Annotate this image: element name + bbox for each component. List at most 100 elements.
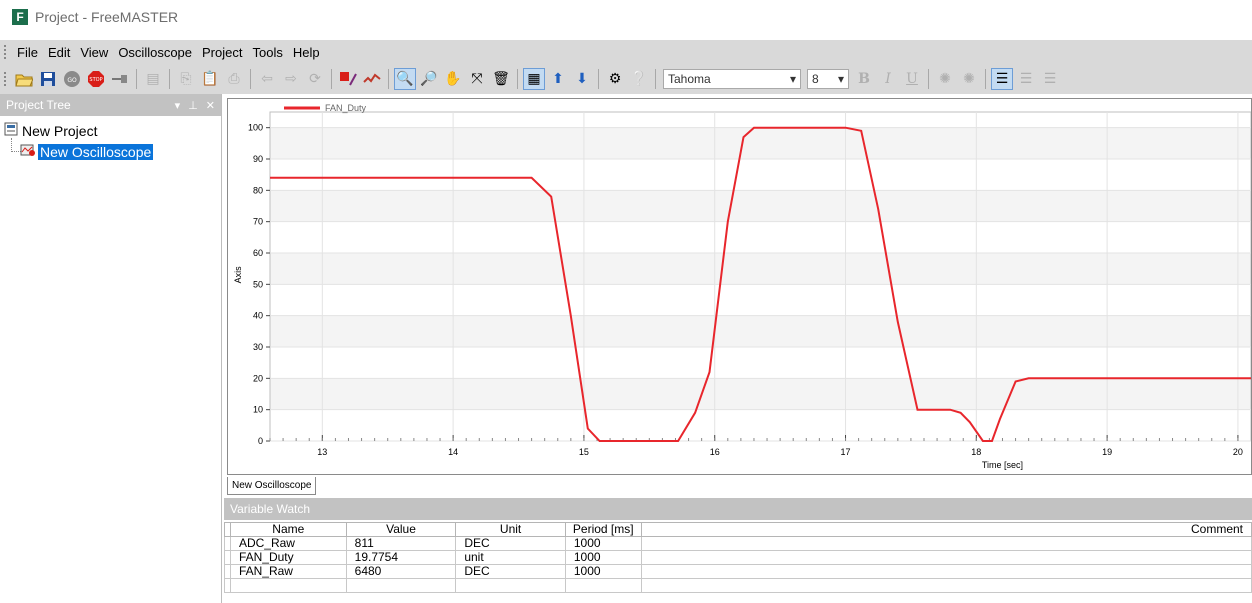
variable-watch-table: Name Value Unit Period [ms] Comment ADC_… (224, 522, 1252, 593)
chevron-down-icon: ▾ (837, 72, 844, 86)
variable-watch-title: Variable Watch (230, 502, 311, 516)
x-tick-label: 15 (579, 447, 589, 457)
italic-icon[interactable]: I (877, 68, 899, 90)
pan-icon[interactable]: ✋ (442, 68, 464, 90)
connect-icon[interactable] (109, 68, 131, 90)
column-header-name[interactable]: Name (229, 522, 347, 537)
table-row[interactable]: ADC_Raw 811 DEC 1000 (224, 536, 1252, 551)
close-icon[interactable]: ✕ (206, 99, 215, 112)
oscilloscope-view[interactable]: 0 10 20 30 40 50 60 70 80 90 100 13 14 15 16 17 18 19 20 Ti… (227, 98, 1252, 475)
cell-period: 1000 (564, 564, 642, 579)
fit-view-icon[interactable]: ⤧ (466, 68, 488, 90)
oscilloscope-icon (20, 143, 36, 160)
settings-icon[interactable]: ⚙ (604, 68, 626, 90)
menu-view[interactable]: View (75, 45, 113, 60)
cell-name: FAN_Raw (229, 564, 347, 579)
cell-value: 811 (345, 536, 457, 551)
signal-icon[interactable] (361, 68, 383, 90)
refresh-icon[interactable]: ⟳ (304, 68, 326, 90)
copy-icon[interactable]: ⎘ (175, 68, 197, 90)
grid-band (270, 253, 1251, 285)
stop-oscilloscope-icon[interactable] (337, 68, 359, 90)
menu-help[interactable]: Help (288, 45, 325, 60)
table-header-row: Name Value Unit Period [ms] Comment (224, 522, 1252, 537)
zoom-in-icon[interactable]: 🔎 (418, 68, 440, 90)
project-tree-panel: Project Tree ▾ ⊥ ✕ New Project New Oscil… (0, 94, 222, 603)
dropdown-icon[interactable]: ▾ (175, 99, 181, 112)
menu-file[interactable]: File (12, 45, 43, 60)
y-tick-label: 40 (253, 311, 263, 321)
toolbar-grip[interactable] (4, 72, 8, 86)
toolbar-separator (655, 69, 656, 89)
cell-period: 1000 (564, 536, 642, 551)
legend-label: FAN_Duty (325, 103, 367, 113)
move-down-icon[interactable]: ⬇ (571, 68, 593, 90)
grid-icon[interactable]: ▦ (523, 68, 545, 90)
underline-icon[interactable]: U (901, 68, 923, 90)
bold-icon[interactable]: B (853, 68, 875, 90)
font-size-value: 8 (812, 72, 819, 86)
paste-icon[interactable]: 📋 (199, 68, 221, 90)
cell-comment (640, 564, 1252, 579)
stop-icon[interactable]: STOP (85, 68, 107, 90)
x-tick-label: 16 (710, 447, 720, 457)
toolbar-separator (136, 69, 137, 89)
x-tick-label: 13 (317, 447, 327, 457)
toolbar-separator (517, 69, 518, 89)
tree-item-new-oscilloscope[interactable]: New Oscilloscope (20, 143, 154, 160)
help-icon[interactable]: ❔ (628, 68, 650, 90)
menu-project[interactable]: Project (197, 45, 247, 60)
table-row[interactable]: FAN_Raw 6480 DEC 1000 (224, 564, 1252, 579)
print-icon[interactable]: ⎙ (223, 68, 245, 90)
forward-arrow-icon[interactable]: ⇨ (280, 68, 302, 90)
x-tick-label: 17 (841, 447, 851, 457)
y-tick-label: 100 (248, 123, 263, 133)
align-left-icon[interactable]: ☰ (991, 68, 1013, 90)
menu-tools[interactable]: Tools (247, 45, 287, 60)
tree-item-new-project[interactable]: New Project (4, 122, 97, 139)
app-logo-icon: F (12, 9, 28, 25)
back-arrow-icon[interactable]: ⇦ (256, 68, 278, 90)
column-header-value[interactable]: Value (345, 522, 457, 537)
background-color-icon[interactable]: ✺ (958, 68, 980, 90)
align-center-icon[interactable]: ☰ (1015, 68, 1037, 90)
x-tick-label: 20 (1233, 447, 1243, 457)
align-right-icon[interactable]: ☰ (1039, 68, 1061, 90)
oscilloscope-chart[interactable]: 0 10 20 30 40 50 60 70 80 90 100 13 14 15 16 17 18 19 20 Ti… (228, 99, 1252, 474)
properties-icon[interactable]: ▤ (142, 68, 164, 90)
tree-item-label: New Project (22, 122, 98, 139)
x-tick-label: 18 (971, 447, 981, 457)
column-header-unit[interactable]: Unit (455, 522, 566, 537)
grid-band (270, 378, 1251, 410)
column-header-period[interactable]: Period [ms] (564, 522, 642, 537)
x-axis-label: Time [sec] (982, 460, 1023, 470)
variable-watch-panel: Variable Watch Name Value Unit Period [m… (224, 498, 1252, 603)
cell-name: ADC_Raw (229, 536, 347, 551)
svg-text:STOP: STOP (89, 77, 102, 83)
open-project-icon[interactable] (13, 68, 35, 90)
pin-icon[interactable]: ⊥ (188, 99, 198, 112)
font-name-select[interactable]: Tahoma ▾ (663, 69, 801, 89)
move-up-icon[interactable]: ⬆ (547, 68, 569, 90)
menu-oscilloscope[interactable]: Oscilloscope (113, 45, 197, 60)
y-tick-label: 20 (253, 373, 263, 383)
font-size-select[interactable]: 8 ▾ (807, 69, 849, 89)
table-row-empty[interactable] (224, 578, 1252, 593)
toolbar-separator (388, 69, 389, 89)
column-header-comment[interactable]: Comment (640, 522, 1252, 537)
go-icon[interactable]: GO (61, 68, 83, 90)
tab-new-oscilloscope[interactable]: New Oscilloscope (227, 477, 317, 495)
toolbar-separator (928, 69, 929, 89)
clear-icon[interactable]: 🗑 (490, 68, 512, 90)
menu-grip[interactable] (4, 45, 8, 59)
y-tick-label: 50 (253, 279, 263, 289)
y-tick-label: 70 (253, 217, 263, 227)
save-project-icon[interactable] (37, 68, 59, 90)
zoom-icon[interactable]: 🔍 (394, 68, 416, 90)
table-row[interactable]: FAN_Duty 19.7754 unit 1000 (224, 550, 1252, 565)
grid-band (270, 127, 1251, 159)
text-color-icon[interactable]: ✺ (934, 68, 956, 90)
project-tree-header: Project Tree ▾ ⊥ ✕ (0, 94, 221, 116)
y-tick-label: 0 (258, 436, 263, 446)
menu-edit[interactable]: Edit (43, 45, 75, 60)
